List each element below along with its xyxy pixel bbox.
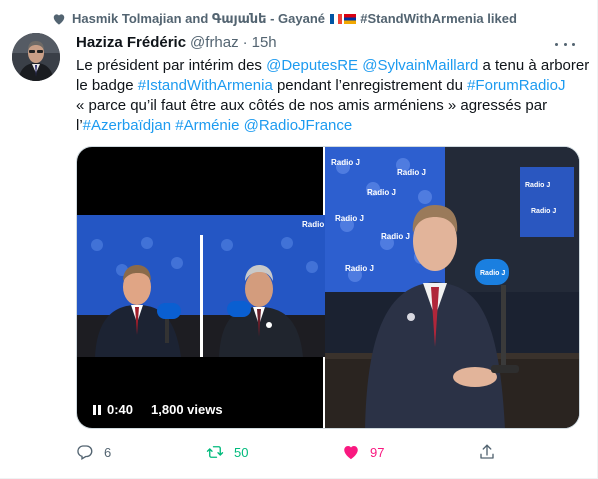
retweet-count: 50 xyxy=(234,444,249,460)
tweet-timestamp[interactable]: 15h xyxy=(252,34,277,51)
hashtag-azerbaidjan[interactable]: #Azerbaïdjan xyxy=(83,117,171,134)
author-name[interactable]: Haziza Frédéric xyxy=(76,34,186,51)
share-button[interactable] xyxy=(478,443,496,461)
france-flag-icon xyxy=(329,14,342,24)
hashtag-forumradioj[interactable]: #ForumRadioJ xyxy=(467,77,565,94)
text-segment: a tenu à arborer xyxy=(478,57,590,74)
video-duration[interactable]: 0:40 xyxy=(87,400,140,419)
like-icon xyxy=(344,446,358,460)
mention-deputesre[interactable]: @DeputesRE xyxy=(266,57,358,74)
more-icon[interactable] xyxy=(555,36,575,52)
social-context: Hasmik Tolmajian and Գայանե - Gayané #St… xyxy=(52,10,517,28)
text-segment: Le président par intérim des xyxy=(76,57,267,74)
svg-text:Radio J: Radio J xyxy=(345,264,374,273)
social-context-prefix: Hasmik Tolmajian and Գայանե - Gayané xyxy=(72,11,326,26)
svg-text:Radio J: Radio J xyxy=(302,220,327,229)
video-badges: 0:40 1,800 views xyxy=(87,400,229,419)
tweet[interactable]: Hasmik Tolmajian and Գայանե - Gayané #St… xyxy=(0,0,598,479)
retweet-icon xyxy=(206,446,224,458)
social-context-text[interactable]: Hasmik Tolmajian and Գայանե - Gayané #St… xyxy=(72,11,517,27)
social-context-suffix: #StandWithArmenia liked xyxy=(360,11,517,26)
hashtag-armenie[interactable]: #Arménie xyxy=(175,117,239,134)
svg-text:Radio J: Radio J xyxy=(367,188,396,197)
like-count: 97 xyxy=(370,444,385,460)
svg-text:Radio J: Radio J xyxy=(397,168,426,177)
avatar[interactable] xyxy=(12,33,60,81)
text-segment: l’ xyxy=(76,117,83,134)
media-grid: Radio J xyxy=(76,146,580,429)
tweet-header: Haziza Frédéric @frhaz · 15h xyxy=(76,34,277,54)
share-icon xyxy=(480,444,494,459)
mention-radiojfrance[interactable]: @RadioJFrance xyxy=(244,117,353,134)
tweet-text-line: Le président par intérim des @DeputesRE … xyxy=(76,56,590,76)
photo[interactable]: Radio J Radio J Radio J Radio J Radio J Radi… xyxy=(325,147,579,428)
svg-text:Radio J: Radio J xyxy=(480,270,505,277)
mention-sylvainmaillard[interactable]: @SylvainMaillard xyxy=(362,57,478,74)
reply-count: 6 xyxy=(104,444,112,460)
like-button[interactable]: 97 xyxy=(342,443,478,461)
text-segment: le badge xyxy=(76,77,138,94)
author-handle[interactable]: @frhaz xyxy=(190,34,239,51)
retweet-button[interactable]: 50 xyxy=(206,443,342,461)
svg-text:Radio J: Radio J xyxy=(331,158,360,167)
svg-text:Radio J: Radio J xyxy=(525,182,550,189)
armenia-flag-icon xyxy=(343,14,356,24)
video-views-label: 1,800 views xyxy=(151,402,223,417)
svg-text:Radio J: Radio J xyxy=(381,232,410,241)
svg-text:Radio J: Radio J xyxy=(335,214,364,223)
video-views: 1,800 views xyxy=(145,400,229,419)
reply-icon xyxy=(77,445,93,460)
video-time: 0:40 xyxy=(107,402,134,417)
svg-text:Radio J: Radio J xyxy=(531,208,556,215)
tweet-text: Le président par intérim des @DeputesRE … xyxy=(76,56,590,136)
photo-image: Radio J Radio J Radio J Radio J Radio J Radi… xyxy=(325,147,579,428)
video-thumbnail: Radio J xyxy=(77,215,327,357)
tweet-text-line: « parce qu’il faut être aux côtés de nos… xyxy=(76,97,548,114)
hashtag-istandwitharmenia[interactable]: #IstandWithArmenia xyxy=(138,77,273,94)
avatar-image xyxy=(12,33,60,81)
tweet-actions: 6 50 97 xyxy=(76,440,506,464)
video-player[interactable]: Radio J xyxy=(77,147,327,428)
tweet-text-line: l’#Azerbaïdjan #Arménie @RadioJFrance xyxy=(76,116,586,136)
heart-icon xyxy=(53,14,65,25)
reply-button[interactable]: 6 xyxy=(76,443,206,461)
header-separator: · xyxy=(242,34,248,51)
text-segment: pendant l’enregistrement du xyxy=(272,77,468,94)
pause-icon[interactable] xyxy=(93,404,101,415)
tweet-text-line: le badge #IstandWithArmenia pendant l’en… xyxy=(76,76,586,96)
